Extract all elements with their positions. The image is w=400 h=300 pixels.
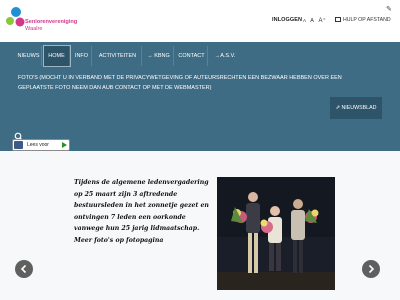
photo-notice-banner: FOTO'S (MOCHT U IN VERBAND MET DE PRIVAC… (0, 70, 400, 123)
top-bar: Seniorenvereniging Waalre ✎ INLOGGEN A A… (0, 0, 400, 42)
logo-mark (6, 7, 25, 27)
logo-subtitle: Waalre (25, 26, 43, 32)
nav-item-info[interactable]: INFO (72, 46, 92, 66)
nav-item-nieuws[interactable]: NIEUWS (16, 46, 42, 66)
help-link[interactable]: HULP OP AFSTAND (335, 17, 391, 23)
nav-item-asv[interactable]: →A.S.V. (210, 46, 240, 66)
newsletter-label: NIEUWSBLAD (341, 105, 377, 111)
chevron-left-icon (20, 264, 27, 274)
logo[interactable]: Seniorenvereniging Waalre (3, 6, 93, 38)
slide-caption: Tijdens de algemene ledenvergadering op … (74, 179, 209, 244)
speaker-icon (14, 141, 23, 149)
chevron-right-icon (368, 264, 375, 274)
readspeaker-button[interactable]: Lees voor (12, 139, 70, 151)
help-label: HULP OP AFSTAND (343, 17, 391, 23)
photo-group-image (217, 177, 335, 290)
readspeaker-label: Lees voor (27, 142, 49, 148)
nav-item-home[interactable]: HOME (43, 45, 71, 67)
nav-item-activiteiten[interactable]: ACTIVITEITEN (94, 46, 142, 66)
pen-icon[interactable]: ✎ (386, 5, 392, 13)
font-small-button[interactable]: A (303, 18, 306, 23)
nav-item-kbng[interactable]: → KBNG (144, 46, 174, 66)
login-link[interactable]: INLOGGEN (272, 17, 302, 23)
font-size-controls: A A A⁺ (303, 17, 329, 24)
photo-notice-text[interactable]: FOTO'S (MOCHT U IN VERBAND MET DE PRIVAC… (18, 73, 373, 93)
font-large-button[interactable]: A⁺ (318, 18, 325, 24)
prev-slide-button[interactable] (15, 260, 33, 278)
font-medium-button[interactable]: A (310, 18, 314, 24)
slide-photo (217, 177, 335, 290)
newsletter-button[interactable]: ⇗ NIEUWSBLAD (330, 97, 382, 119)
play-icon (62, 142, 67, 148)
next-slide-button[interactable] (362, 260, 380, 278)
logo-title: Seniorenvereniging (25, 19, 78, 25)
nav-item-contact[interactable]: CONTACT (176, 46, 208, 66)
monitor-icon (335, 17, 341, 22)
main-nav: NIEUWS HOME INFO ACTIVITEITEN → KBNG CON… (0, 42, 400, 70)
